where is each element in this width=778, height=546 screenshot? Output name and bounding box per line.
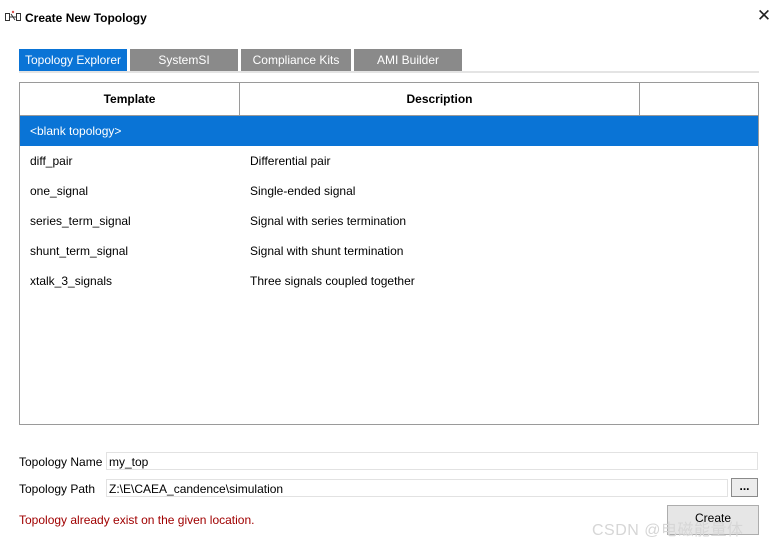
table-row[interactable]: series_term_signal Signal with series te… [20, 206, 758, 236]
table-row[interactable]: one_signal Single-ended signal [20, 176, 758, 206]
template-name: diff_pair [30, 154, 73, 168]
window-title: Create New Topology [25, 11, 147, 25]
close-icon[interactable]: ✕ [752, 5, 776, 27]
column-header-extra[interactable] [640, 83, 758, 115]
template-description: Single-ended signal [250, 184, 356, 198]
error-message: Topology already exist on the given loca… [19, 513, 255, 527]
topology-path-input[interactable]: Z:\E\CAEA_candence\simulation [106, 479, 728, 497]
column-header-description[interactable]: Description [240, 83, 640, 115]
template-name: one_signal [30, 184, 89, 198]
tab-systemsi[interactable]: SystemSI [130, 49, 238, 71]
topology-path-label: Topology Path [19, 482, 96, 496]
watermark: CSDN @电磁能量体 [592, 522, 744, 539]
template-description: Three signals coupled together [250, 274, 415, 288]
template-name: <blank topology> [30, 124, 122, 138]
topology-app-icon [5, 10, 21, 24]
browse-button[interactable]: ... [731, 478, 758, 497]
tab-ami-builder[interactable]: AMI Builder [354, 49, 462, 71]
table-row[interactable]: <blank topology> [20, 116, 758, 146]
template-description: Signal with shunt termination [250, 244, 404, 258]
template-name: xtalk_3_signals [30, 274, 113, 288]
table-row[interactable]: diff_pair Differential pair [20, 146, 758, 176]
template-table: Template Description <blank topology> di… [19, 82, 759, 425]
topology-name-input[interactable]: my_top [106, 452, 758, 470]
table-header: Template Description [20, 83, 758, 116]
topology-name-label: Topology Name [19, 455, 103, 469]
title-bar: Create New Topology ✕ [0, 0, 778, 34]
table-row[interactable]: xtalk_3_signals Three signals coupled to… [20, 266, 758, 296]
template-description: Differential pair [250, 154, 331, 168]
template-name: series_term_signal [30, 214, 131, 228]
template-description: Signal with series termination [250, 214, 407, 228]
tab-compliance-kits[interactable]: Compliance Kits [241, 49, 351, 71]
tab-topology-explorer[interactable]: Topology Explorer [19, 49, 127, 71]
tab-divider [19, 71, 759, 73]
template-name: shunt_term_signal [30, 244, 129, 258]
column-header-template[interactable]: Template [20, 83, 240, 115]
table-row[interactable]: shunt_term_signal Signal with shunt term… [20, 236, 758, 266]
